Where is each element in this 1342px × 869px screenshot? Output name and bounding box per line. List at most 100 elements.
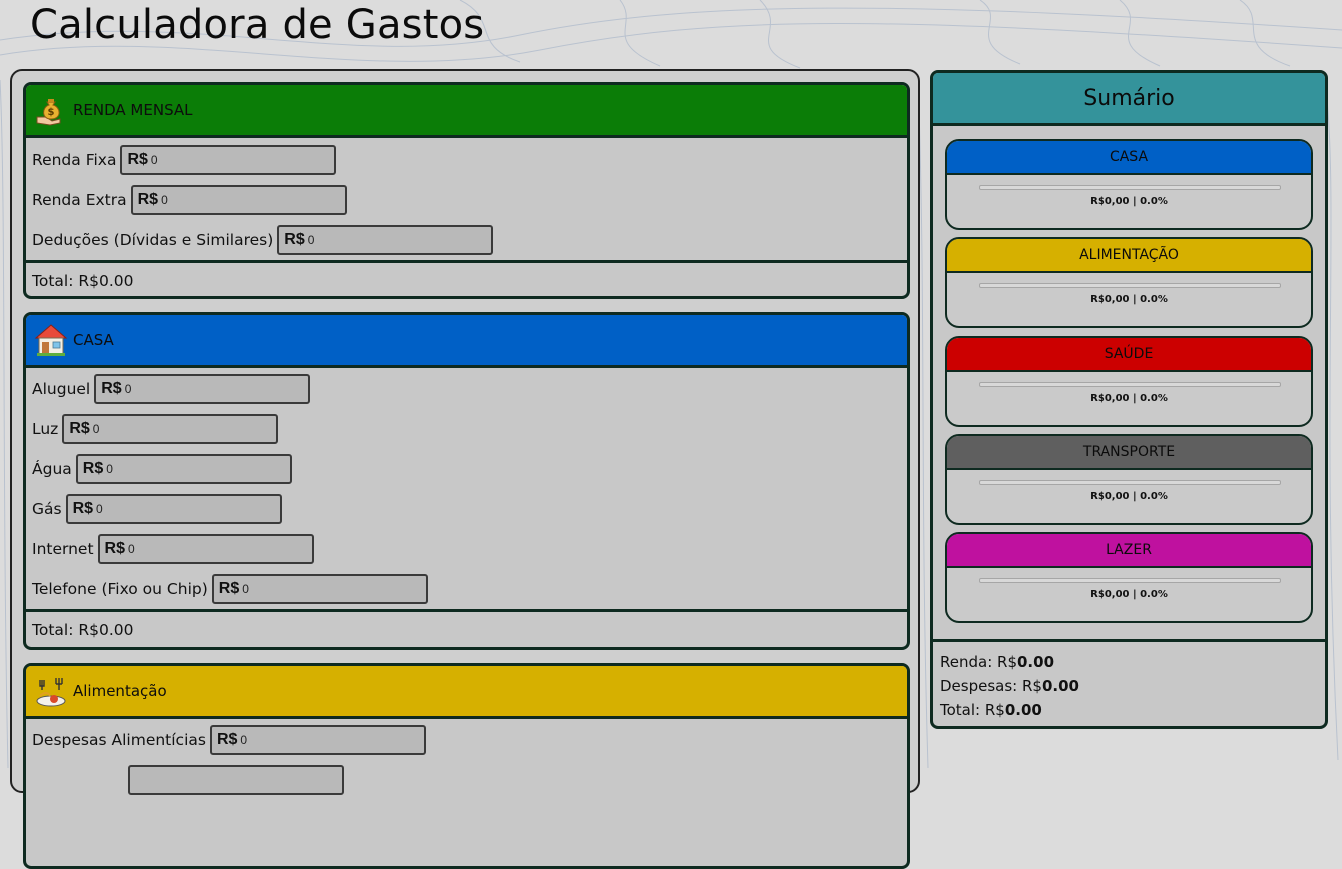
summary-despesas: Despesas: R$0.00 [940,674,1325,698]
card-title: LAZER [947,534,1311,568]
card-value: R$0,00 | 0.0% [1090,589,1168,600]
gas-input[interactable]: R$ 0 [65,494,282,524]
field-despesas-alimenticias: Despesas Alimentícias R$ 0 [26,720,907,760]
partial-input[interactable] [128,765,344,795]
input-value: 0 [92,422,100,436]
summary-card-saude: SAÚDE R$0,00 | 0.0% [945,336,1313,427]
field-aluguel: Aluguel R$ 0 [26,369,907,409]
summary-card-alimentacao: ALIMENTAÇÃO R$0,00 | 0.0% [945,237,1313,328]
field-label: Internet [32,540,94,558]
currency-prefix: R$ [216,731,238,748]
summary-card-lazer: LAZER R$0,00 | 0.0% [945,532,1313,623]
field-renda-extra: Renda Extra R$ 0 [26,180,907,220]
progress-bar [979,480,1281,485]
summary-total: Total: R$0.00 [940,698,1325,722]
luz-input[interactable]: R$ 0 [62,414,279,444]
section-total: Total: R$0.00 [26,260,907,296]
card-value: R$0,00 | 0.0% [1090,393,1168,404]
currency-prefix: R$ [127,151,148,168]
expense-form-panel: $ RENDA MENSAL Renda Fixa R$ 0 Renda Extr… [10,69,920,869]
food-icon [34,674,68,708]
field-luz: Luz R$ 0 [26,409,907,449]
summary-renda: Renda: R$0.00 [940,650,1325,674]
currency-prefix: R$ [137,191,159,208]
section-header: $ RENDA MENSAL [26,85,907,138]
currency-prefix: R$ [104,540,125,557]
input-value: 0 [307,233,315,247]
currency-prefix: R$ [72,500,94,517]
field-label: Luz [32,420,59,438]
section-renda-mensal: $ RENDA MENSAL Renda Fixa R$ 0 Renda Extr… [23,82,910,299]
progress-bar [979,382,1281,387]
progress-bar [979,185,1281,190]
card-title: CASA [947,141,1311,175]
telefone-input[interactable]: R$ 0 [211,574,428,604]
section-title: CASA [73,331,114,349]
field-label: Renda Fixa [32,151,117,169]
money-bag-icon: $ [34,93,68,127]
renda-label: Renda: R$ [940,653,1017,671]
field-label: Renda Extra [32,191,127,209]
input-value: 0 [106,462,113,476]
field-label: Deduções (Dívidas e Similares) [32,231,274,249]
renda-fixa-input[interactable]: R$ 0 [120,145,337,175]
field-label: Água [32,460,72,478]
field-label: Despesas Alimentícias [32,731,206,749]
currency-prefix: R$ [82,460,104,477]
field-agua: Água R$ 0 [26,449,907,489]
page-title: Calculadora de Gastos [30,2,485,48]
section-header: Alimentação [26,666,907,719]
card-title: SAÚDE [947,338,1311,372]
svg-text:$: $ [48,107,55,118]
despesas-value: 0.00 [1041,677,1079,695]
renda-value: 0.00 [1017,653,1055,671]
section-header: CASA [26,315,907,368]
currency-prefix: R$ [69,420,90,437]
summary-title: Sumário [933,73,1325,126]
summary-card-casa: CASA R$0,00 | 0.0% [945,139,1313,230]
agua-input[interactable]: R$ 0 [75,454,292,484]
progress-bar [979,578,1281,583]
aluguel-input[interactable]: R$ 0 [94,374,311,404]
total-value: 0.00 [1004,701,1042,719]
field-internet: Internet R$ 0 [26,529,907,569]
input-value: 0 [240,733,248,747]
house-icon [34,323,68,357]
field-gas: Gás R$ 0 [26,489,907,529]
input-value: 0 [161,193,168,207]
summary-card-transporte: TRANSPORTE R$0,00 | 0.0% [945,434,1313,525]
currency-prefix: R$ [101,380,122,397]
card-value: R$0,00 | 0.0% [1090,294,1168,305]
card-value: R$0,00 | 0.0% [1090,491,1168,502]
section-total: Total: R$0.00 [26,609,907,647]
card-value: R$0,00 | 0.0% [1090,196,1168,207]
field-label: Telefone (Fixo ou Chip) [32,580,208,598]
renda-extra-input[interactable]: R$ 0 [130,185,347,215]
input-value: 0 [124,382,132,396]
card-title: ALIMENTAÇÃO [947,239,1311,273]
field-label: Gás [32,500,62,518]
input-value: 0 [150,153,158,167]
progress-bar [979,283,1281,288]
input-value: 0 [96,502,103,516]
card-title: TRANSPORTE [947,436,1311,470]
section-title: Alimentação [73,682,167,700]
summary-totals: Renda: R$0.00 Despesas: R$0.00 Total: R$… [933,639,1325,722]
field-telefone: Telefone (Fixo ou Chip) R$ 0 [26,569,907,609]
field-deducoes: Deduções (Dívidas e Similares) R$ 0 [26,220,907,260]
total-label: Total: R$ [940,701,1005,719]
currency-prefix: R$ [284,231,305,248]
section-casa: CASA Aluguel R$ 0 Luz R$ 0 Água R$ 0 Gás R$… [23,312,910,650]
deducoes-input[interactable]: R$ 0 [277,225,494,255]
field-renda-fixa: Renda Fixa R$ 0 [26,140,907,180]
input-value: 0 [128,542,135,556]
currency-prefix: R$ [218,580,240,597]
field-label: Aluguel [32,380,91,398]
summary-panel: Sumário CASA R$0,00 | 0.0% ALIMENTAÇÃO R… [930,70,1328,729]
internet-input[interactable]: R$ 0 [97,534,314,564]
input-value: 0 [242,582,249,596]
section-title: RENDA MENSAL [73,101,193,119]
field-partial [26,760,907,800]
summary-cards: CASA R$0,00 | 0.0% ALIMENTAÇÃO R$0,00 | … [933,126,1325,639]
despesas-alimenticias-input[interactable]: R$ 0 [209,725,426,755]
